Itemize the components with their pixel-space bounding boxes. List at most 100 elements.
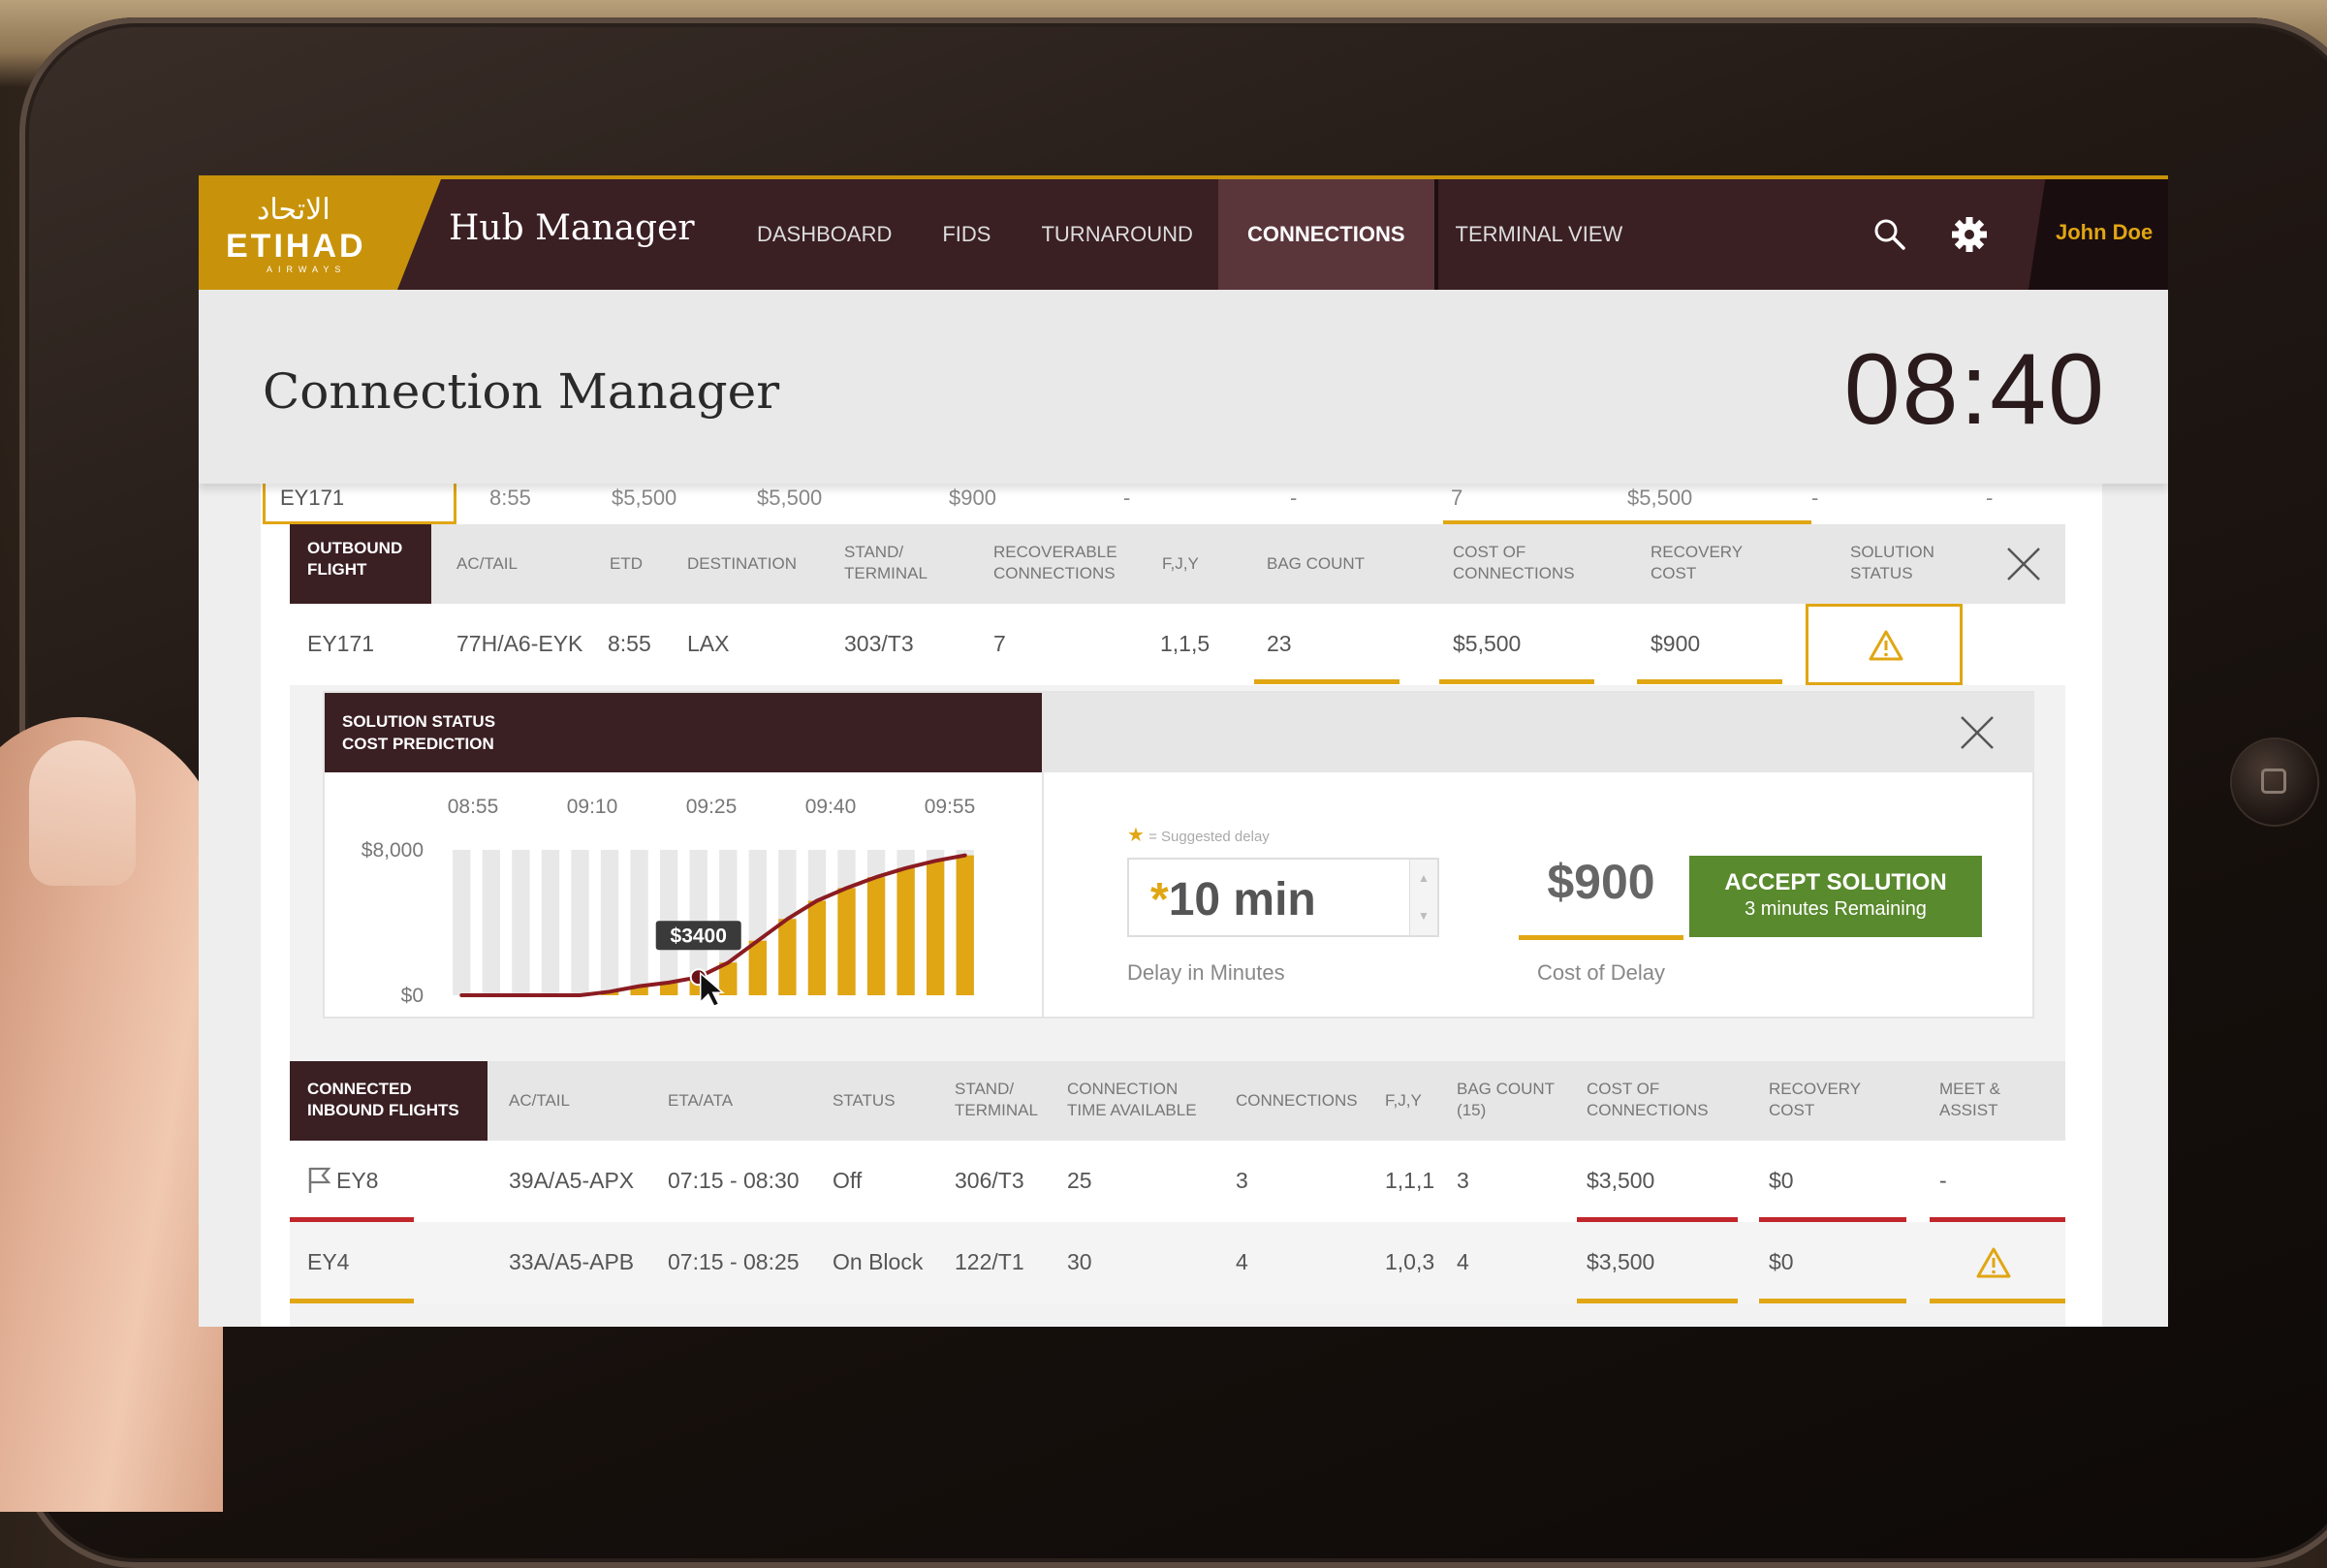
cell-fjy: 1,1,5 [1160,631,1211,656]
gear-icon[interactable] [1950,215,1989,254]
cell-eta-ata: 07:15 - 08:25 [668,1249,800,1274]
col-connections: CONNECTIONS [1236,1091,1358,1110]
col-bag-count: BAG COUNT (15) [1457,1080,1555,1119]
delay-value: 10 min [1168,874,1316,925]
content-area: EY171 8:55 $5,500 $5,500 $900 - - 7 $5,5… [261,466,2102,1327]
user-name[interactable]: John Doe [2056,220,2153,245]
summary-cell: 8:55 [489,486,531,510]
cost-of-delay-value: $900 [1547,855,1655,909]
cell-recovery-cost: $900 [1651,631,1701,656]
background-bar [571,850,589,995]
col-bag-count: BAG COUNT [1267,554,1366,573]
nav-turnaround[interactable]: TURNAROUND [1016,179,1217,290]
nav-dashboard[interactable]: DASHBOARD [732,179,917,290]
accept-solution-button[interactable]: ACCEPT SOLUTION 3 minutes Remaining [1689,856,1982,937]
page-header: Connection Manager 08:40 [199,290,2168,484]
cell-cost-connections: $3,500 [1587,1168,1655,1193]
background-bar [512,850,530,995]
close-icon[interactable] [1959,714,1996,751]
x-tick-label: 09:55 [925,796,976,818]
value-bar [807,900,827,995]
outbound-row[interactable]: EY171 77H/A6-EYK 8:55 LAX 303/T3 7 1,1,5… [290,604,2065,685]
cell-recovery-cost: $0 [1769,1168,1794,1193]
delay-input[interactable]: *10 min ▲ ▼ [1127,858,1439,937]
col-stand-terminal: STAND/ TERMINAL [844,543,928,582]
summary-cell: $900 [949,486,996,510]
background-bar [453,850,471,995]
col-recovery-cost: RECOVERY COST [1769,1080,1861,1119]
cell-stand: 306/T3 [955,1168,1024,1193]
cell-bag-count: 3 [1457,1168,1469,1193]
app-screen: الاتحاد ETIHAD AIRWAYS Hub Manager DASHB… [199,175,2168,1327]
callout-label: $3400 [671,925,727,947]
cell-fjy: 1,0,3 [1385,1249,1435,1274]
background-bar [630,850,648,995]
cell-bag-count: 23 [1267,631,1292,656]
warning-icon[interactable] [1976,1247,2011,1278]
nav-connections[interactable]: CONNECTIONS [1217,179,1434,290]
top-nav: الاتحاد ETIHAD AIRWAYS Hub Manager DASHB… [199,175,2168,290]
col-outbound-flight: OUTBOUND FLIGHT [290,524,431,604]
inbound-row[interactable]: EY4 33A/A5-APB 07:15 - 08:25 On Block 12… [290,1222,2065,1303]
col-cost-of-connections: COST OF CONNECTIONS [1453,543,1575,582]
search-icon[interactable] [1871,216,1908,253]
delay-stepper[interactable]: ▲ ▼ [1409,860,1437,935]
col-ac-tail: AC/TAIL [456,554,518,573]
summary-flight: EY171 [280,486,345,510]
value-bar [866,877,886,995]
cell-cost-connections: $3,500 [1587,1249,1655,1274]
cell-flight: EY4 [307,1249,350,1274]
x-tick-label: 09:25 [686,796,738,818]
app-name: Hub Manager [449,208,695,248]
y-tick-label: $8,000 [362,839,424,862]
cell-bag-count: 4 [1457,1249,1469,1274]
summary-cell: - [1986,486,1994,510]
cell-connection-time: 30 [1067,1249,1092,1274]
col-recovery-cost: RECOVERY COST [1651,543,1743,582]
x-tick-label: 08:55 [448,796,499,818]
inbound-row[interactable]: EY8 39A/A5-APX 07:15 - 08:30 Off 306/T3 … [290,1141,2065,1222]
recovery-underline [1637,679,1782,684]
bag-count-underline [1254,679,1399,684]
etihad-logo[interactable]: الاتحاد ETIHAD AIRWAYS [199,179,441,290]
cost-prediction-chart[interactable]: 08:55 09:10 09:25 09:40 09:55 $8,000 $0 $3400 [325,772,1042,1017]
col-ac-tail: AC/TAIL [509,1091,570,1110]
col-fjy: F,J,Y [1385,1091,1422,1110]
x-tick-label: 09:40 [805,796,857,818]
col-etd: ETD [610,554,643,573]
current-time: 08:40 [1843,333,2106,446]
col-eta-ata: ETA/ATA [668,1091,734,1110]
col-connection-time: CONNECTION TIME AVAILABLE [1067,1080,1197,1119]
inbound-table-header: CONNECTED INBOUND FLIGHTS AC/TAIL ETA/AT… [290,1061,2065,1141]
summary-cell: $5,500 [612,486,677,510]
summary-cell: - [1811,486,1819,510]
summary-cell: - [1290,486,1298,510]
hand-thumb [0,717,223,1512]
value-bar [927,861,945,995]
cell-recoverable: 7 [993,631,1006,656]
home-button[interactable] [2232,739,2317,825]
warning-icon [1869,630,1903,661]
stepper-up-icon[interactable]: ▲ [1410,860,1437,897]
cell-ac-tail: 33A/A5-APB [509,1249,635,1274]
stepper-down-icon[interactable]: ▼ [1410,897,1437,935]
cost-underline [1439,679,1594,684]
col-meet-assist: MEET & ASSIST [1939,1080,2000,1119]
cell-stand: 303/T3 [844,631,914,656]
close-icon[interactable] [2005,546,2042,582]
page-title: Connection Manager [263,363,780,420]
col-solution-status: SOLUTION STATUS [1850,543,1934,582]
col-cost-of-connections: COST OF CONNECTIONS [1587,1080,1709,1119]
nav-fids[interactable]: FIDS [917,179,1016,290]
col-connected-inbound: CONNECTED INBOUND FLIGHTS [290,1061,487,1141]
background-bar [482,850,500,995]
outbound-table-header: OUTBOUND FLIGHT AC/TAIL ETD DESTINATION … [290,524,2065,604]
solution-card-title: SOLUTION STATUS COST PREDICTION [325,693,1042,772]
flight-detail-panel: OUTBOUND FLIGHT AC/TAIL ETD DESTINATION … [290,524,2065,1327]
delay-label: Delay in Minutes [1127,960,1285,985]
background-bar [600,850,619,995]
col-status: STATUS [833,1091,896,1110]
solution-status-cell[interactable] [1806,604,1963,685]
nav-terminal-view[interactable]: TERMINAL VIEW [1433,179,1649,290]
cost-of-delay-label: Cost of Delay [1536,960,1666,985]
